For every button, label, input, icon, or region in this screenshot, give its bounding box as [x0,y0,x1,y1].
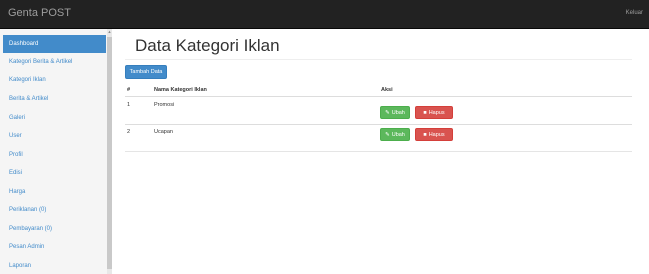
row-number: 2 [127,129,131,135]
delete-button[interactable]: ■ Hapus [415,106,453,119]
table-row-divider [125,124,632,125]
table-header-divider [125,96,632,97]
column-header-number: # [127,87,131,93]
row-category-name: Promosi [154,102,175,108]
sidebar: Dashboard Kategori Berita & Artikel Kate… [0,29,112,274]
sidebar-item-galeri[interactable]: Galeri [3,109,106,127]
trash-icon: ■ [423,110,427,116]
sidebar-item-periklanan[interactable]: Periklanan (0) [3,201,106,219]
sidebar-item-kategori-iklan[interactable]: Kategori Iklan [3,71,106,89]
row-category-name: Ucapan [154,129,173,135]
sidebar-scrollbar[interactable]: ▲ [107,29,112,274]
delete-label: Hapus [428,132,445,138]
brand-title[interactable]: Genta POST [8,7,71,19]
sidebar-item-laporan[interactable]: Laporan [3,257,106,274]
sidebar-item-edisi[interactable]: Edisi [3,164,106,182]
edit-label: Ubah [391,110,405,116]
sidebar-item-user[interactable]: User [3,127,106,145]
edit-button[interactable]: ✎ Ubah [380,128,410,141]
column-header-name: Nama Kategori Iklan [154,87,207,93]
delete-label: Hapus [428,110,445,116]
sidebar-item-pesan-admin[interactable]: Pesan Admin [3,238,106,256]
top-navbar: Genta POST Keluar [0,0,649,29]
edit-button[interactable]: ✎ Ubah [380,106,410,119]
title-divider [125,59,632,60]
sidebar-item-profil[interactable]: Profil [3,146,106,164]
sidebar-item-berita-artikel[interactable]: Berita & Artikel [3,90,106,108]
scroll-up-icon[interactable]: ▲ [107,29,112,35]
logout-link[interactable]: Keluar [626,10,643,16]
edit-label: Ubah [391,132,405,138]
scrollbar-thumb[interactable] [107,37,112,269]
column-header-actions: Aksi [381,87,393,93]
sidebar-item-pembayaran[interactable]: Pembayaran (0) [3,220,106,238]
sidebar-item-harga[interactable]: Harga [3,183,106,201]
add-data-button[interactable]: Tambah Data [125,65,167,79]
pencil-icon: ✎ [385,132,390,138]
delete-button[interactable]: ■ Hapus [415,128,453,141]
table-row-divider [125,151,632,152]
pencil-icon: ✎ [385,110,390,116]
page-title: Data Kategori Iklan [135,36,280,55]
sidebar-item-kategori-berita-artikel[interactable]: Kategori Berita & Artikel [3,53,106,71]
sidebar-item-dashboard[interactable]: Dashboard [3,35,106,53]
row-number: 1 [127,102,131,108]
trash-icon: ■ [423,132,427,138]
main-content: Data Kategori Iklan Tambah Data # Nama K… [117,29,649,274]
